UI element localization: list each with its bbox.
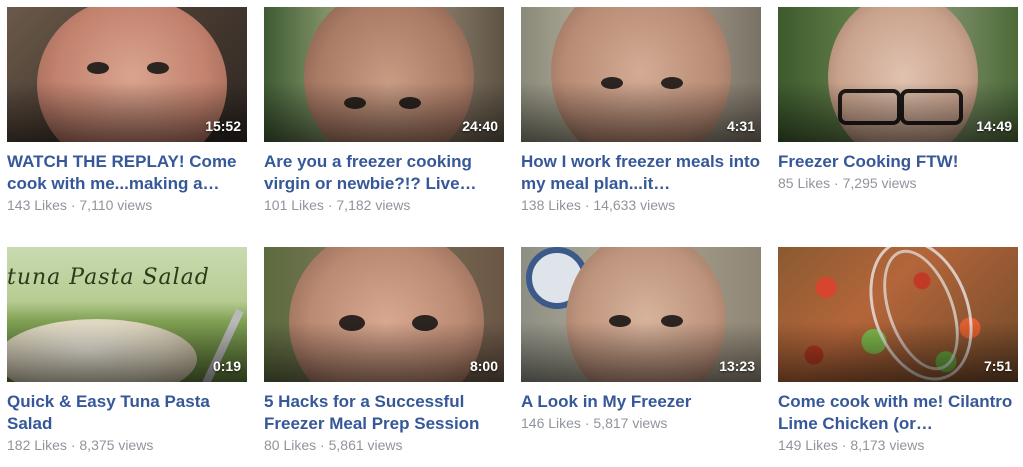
video-duration: 24:40 [462, 118, 498, 134]
video-title-link[interactable]: WATCH THE REPLAY! Come cook with me...ma… [7, 151, 247, 195]
views-count: 8,173 views [850, 437, 925, 453]
likes-count: 146 Likes [521, 415, 581, 431]
video-stats: 143 Likes · 7,110 views [7, 196, 247, 214]
video-duration: 4:31 [726, 118, 755, 134]
video-card[interactable]: 15:52 WATCH THE REPLAY! Come cook with m… [7, 7, 247, 214]
video-stats: 146 Likes · 5,817 views [521, 414, 761, 432]
video-duration: 8:00 [469, 358, 498, 374]
video-duration: 0:19 [212, 358, 241, 374]
video-grid: 15:52 WATCH THE REPLAY! Come cook with m… [0, 0, 1023, 467]
separator: · [320, 437, 325, 453]
likes-count: 80 Likes [264, 437, 317, 453]
video-title-link[interactable]: A Look in My Freezer [521, 391, 761, 413]
separator: · [70, 437, 76, 453]
video-card[interactable]: 13:23 A Look in My Freezer 146 Likes · 5… [521, 247, 761, 432]
video-title-link[interactable]: 5 Hacks for a Successful Freezer Meal Pr… [264, 391, 504, 435]
views-count: 5,817 views [593, 415, 668, 431]
likes-count: 138 Likes [521, 197, 581, 213]
likes-count: 182 Likes [7, 437, 67, 453]
likes-count: 143 Likes [7, 197, 67, 213]
video-card[interactable]: 24:40 Are you a freezer cooking virgin o… [264, 7, 504, 214]
video-card[interactable]: 8:00 5 Hacks for a Successful Freezer Me… [264, 247, 504, 454]
likes-count: 85 Likes [778, 175, 831, 191]
views-count: 7,110 views [79, 197, 153, 213]
likes-count: 149 Likes [778, 437, 838, 453]
video-title-link[interactable]: Are you a freezer cooking virgin or newb… [264, 151, 504, 195]
video-duration: 14:49 [976, 118, 1012, 134]
likes-count: 101 Likes [264, 197, 324, 213]
views-count: 8,375 views [79, 437, 154, 453]
video-thumbnail[interactable]: 13:23 [521, 247, 761, 382]
video-card[interactable]: tuna Pasta Salad 0:19 Quick & Easy Tuna … [7, 247, 247, 454]
separator: · [841, 437, 847, 453]
separator: · [584, 415, 590, 431]
separator: · [584, 197, 590, 213]
separator: · [327, 197, 333, 213]
video-thumbnail[interactable]: 15:52 [7, 7, 247, 142]
video-thumbnail[interactable]: 14:49 [778, 7, 1018, 142]
separator: · [70, 197, 76, 213]
video-title-link[interactable]: How I work freezer meals into my meal pl… [521, 151, 761, 195]
video-thumbnail[interactable]: 7:51 [778, 247, 1018, 382]
video-thumbnail[interactable]: tuna Pasta Salad 0:19 [7, 247, 247, 382]
video-duration: 7:51 [983, 358, 1012, 374]
video-stats: 85 Likes · 7,295 views [778, 174, 1018, 192]
video-duration: 13:23 [719, 358, 755, 374]
views-count: 7,182 views [336, 197, 411, 213]
video-card[interactable]: 14:49 Freezer Cooking FTW! 85 Likes · 7,… [778, 7, 1018, 192]
video-thumbnail[interactable]: 8:00 [264, 247, 504, 382]
video-stats: 138 Likes · 14,633 views [521, 196, 761, 214]
views-count: 5,861 views [328, 437, 403, 453]
video-thumbnail[interactable]: 4:31 [521, 7, 761, 142]
video-stats: 149 Likes · 8,173 views [778, 436, 1018, 454]
video-card[interactable]: 7:51 Come cook with me! Cilantro Lime Ch… [778, 247, 1018, 454]
video-thumbnail[interactable]: 24:40 [264, 7, 504, 142]
separator: · [834, 175, 839, 191]
video-stats: 182 Likes · 8,375 views [7, 436, 247, 454]
views-count: 14,633 views [593, 197, 676, 213]
video-title-link[interactable]: Come cook with me! Cilantro Lime Chicken… [778, 391, 1018, 435]
video-card[interactable]: 4:31 How I work freezer meals into my me… [521, 7, 761, 214]
video-stats: 101 Likes · 7,182 views [264, 196, 504, 214]
video-duration: 15:52 [205, 118, 241, 134]
thumbnail-caption: tuna Pasta Salad [7, 265, 210, 290]
video-stats: 80 Likes · 5,861 views [264, 436, 504, 454]
video-title-link[interactable]: Freezer Cooking FTW! [778, 151, 1018, 173]
views-count: 7,295 views [842, 175, 917, 191]
video-title-link[interactable]: Quick & Easy Tuna Pasta Salad [7, 391, 247, 435]
